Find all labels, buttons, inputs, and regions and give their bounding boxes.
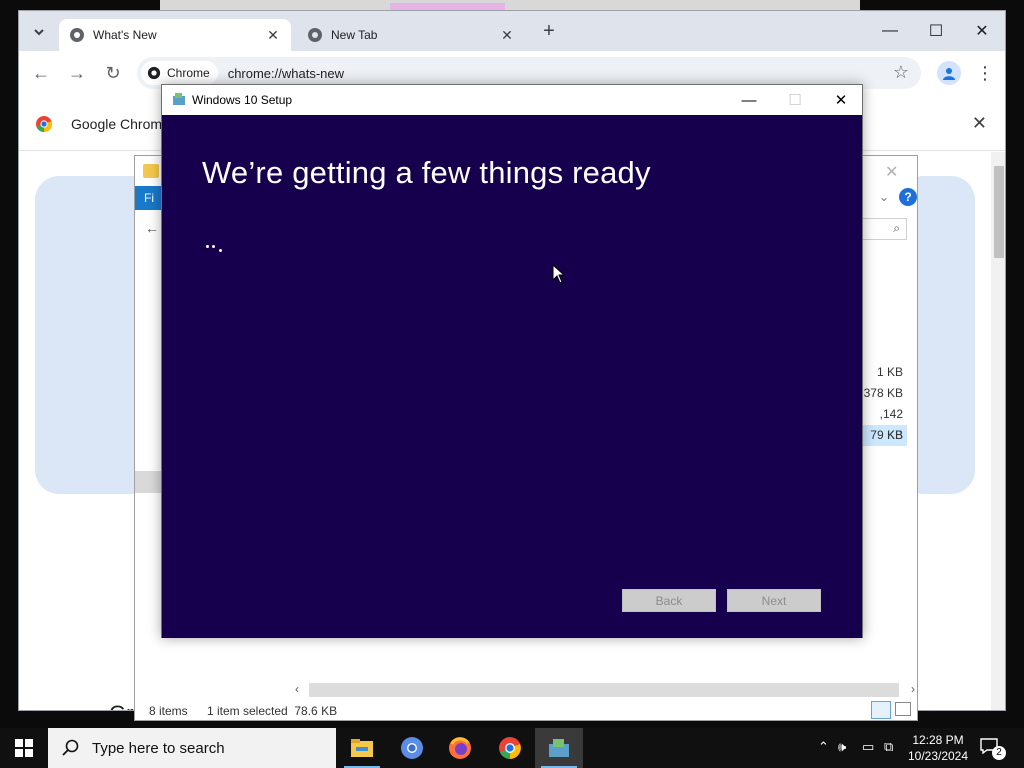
setup-app-icon: [173, 93, 185, 105]
chevron-down-icon: [34, 29, 44, 36]
close-tab-icon[interactable]: ✕: [499, 27, 515, 43]
setup-content: We’re getting a few things ready Back Ne…: [162, 115, 862, 638]
firefox-icon: [449, 737, 471, 759]
tab-title: New Tab: [331, 28, 378, 42]
chrome-favicon-icon: [70, 28, 84, 42]
forward-arrow-icon[interactable]: →: [65, 61, 89, 85]
setup-heading: We’re getting a few things ready: [202, 155, 651, 190]
scroll-left-icon[interactable]: ‹: [295, 682, 299, 696]
clock-date: 10/23/2024: [907, 749, 969, 763]
site-chip-label: Chrome: [167, 66, 210, 80]
chrome-favicon-icon: [308, 28, 322, 42]
search-icon: [62, 739, 79, 756]
tab-new-tab[interactable]: New Tab ✕: [297, 19, 525, 51]
back-arrow-icon[interactable]: ←: [29, 61, 53, 85]
start-button[interactable]: [0, 728, 48, 768]
file-explorer-taskbar-button[interactable]: [338, 728, 386, 768]
back-button[interactable]: Back: [622, 589, 716, 612]
chrome-logo-icon: [36, 116, 53, 133]
maximize-button: ☐: [788, 92, 802, 109]
close-window-button[interactable]: ✕: [818, 85, 864, 115]
minimize-button[interactable]: —: [867, 17, 913, 45]
info-bar-text: Google Chrome: [71, 116, 170, 132]
page-heading-partial: Gr: [109, 701, 133, 710]
input-indicator-icon[interactable]: ⧉: [884, 739, 893, 755]
notification-count-badge: 2: [992, 746, 1006, 760]
windows-logo-icon: [15, 739, 33, 757]
maximize-button[interactable]: ☐: [913, 17, 959, 45]
notification-center-button[interactable]: 2: [980, 738, 1006, 760]
folder-icon: [143, 164, 159, 178]
size-column: 1 KB 378 KB ,142 KB 79 KB: [861, 362, 907, 446]
close-tab-icon[interactable]: ✕: [265, 27, 281, 43]
windows-setup-dialog: Windows 10 Setup — ☐ ✕ We’re getting a f…: [161, 84, 863, 638]
volume-icon[interactable]: 🕪: [838, 739, 846, 755]
bookmark-star-icon[interactable]: ☆: [893, 62, 909, 83]
file-size: 378 KB: [863, 386, 903, 400]
system-tray: ⌃ 🕪 ▭ ⧉ 12:28 PM 10/23/2024 2: [812, 728, 1024, 768]
file-size: 1 KB: [876, 365, 903, 379]
file-size: ,142 KB: [879, 407, 903, 442]
chrome-icon: [499, 737, 521, 759]
close-window-button[interactable]: ✕: [959, 17, 1005, 45]
nav-pane-selection[interactable]: [135, 471, 163, 493]
selection-info: 1 item selected 78.6 KB: [207, 704, 338, 718]
back-arrow-icon[interactable]: ←: [145, 220, 159, 236]
person-icon: [943, 68, 955, 80]
reload-icon[interactable]: ↻: [101, 61, 125, 85]
tab-title: What's New: [93, 28, 157, 42]
status-bar: 8 items 1 item selected 78.6 KB: [135, 700, 917, 722]
chevron-down-icon[interactable]: ⌄: [879, 190, 889, 204]
minimize-button[interactable]: —: [726, 85, 772, 115]
setup-window-title: Windows 10 Setup: [192, 93, 293, 107]
help-icon[interactable]: ?: [899, 188, 917, 206]
site-chip[interactable]: Chrome: [141, 61, 218, 85]
mouse-cursor-icon: [552, 264, 566, 284]
firefox-taskbar-button[interactable]: [436, 728, 484, 768]
setup-app-icon: [549, 739, 569, 757]
details-view-icon[interactable]: [871, 701, 891, 719]
new-tab-button[interactable]: +: [539, 20, 559, 42]
profile-avatar[interactable]: [937, 61, 961, 85]
vertical-scrollbar[interactable]: [991, 152, 1005, 710]
clock[interactable]: 12:28 PM 10/23/2024: [906, 732, 970, 764]
file-explorer-icon: [351, 739, 373, 757]
search-icon: ⌕: [893, 221, 900, 235]
scroll-right-icon[interactable]: ›: [911, 682, 915, 696]
item-count: 8 items: [149, 704, 188, 718]
taskbar: Type here to search ⌃ 🕪 ▭ ⧉ 12:28 PM 10/…: [0, 728, 1024, 768]
tab-search-dropdown[interactable]: [27, 20, 51, 44]
chromium-taskbar-button[interactable]: [388, 728, 436, 768]
clock-time: 12:28 PM: [912, 733, 964, 747]
large-icons-view-icon[interactable]: [895, 702, 911, 716]
show-hidden-icons-icon[interactable]: ⌃: [818, 739, 829, 755]
background-window-strip: [160, 0, 860, 10]
tab-whats-new[interactable]: What's New ✕: [59, 19, 291, 51]
scrollbar-thumb[interactable]: [309, 683, 899, 697]
windows-setup-taskbar-button[interactable]: [535, 728, 583, 768]
scrollbar-thumb[interactable]: [994, 166, 1004, 258]
chrome-taskbar-button[interactable]: [486, 728, 534, 768]
chromium-icon: [401, 737, 423, 759]
chrome-logo-icon: [147, 66, 161, 80]
tab-strip: What's New ✕ New Tab ✕ + — ☐ ✕: [19, 11, 1005, 51]
close-icon[interactable]: ✕: [972, 113, 987, 134]
loading-spinner-icon: [206, 239, 230, 253]
close-icon[interactable]: ✕: [885, 162, 898, 182]
file-size[interactable]: 79 KB: [861, 425, 907, 446]
more-menu-icon[interactable]: ⋮: [973, 61, 997, 85]
network-icon[interactable]: ▭: [862, 739, 874, 755]
file-tab[interactable]: Fi: [135, 186, 163, 210]
taskbar-search-box[interactable]: Type here to search: [48, 728, 336, 768]
horizontal-scrollbar[interactable]: ‹ ›: [295, 682, 915, 697]
setup-titlebar: Windows 10 Setup — ☐ ✕: [162, 85, 862, 115]
search-placeholder: Type here to search: [92, 739, 225, 757]
url-text: chrome://whats-new: [227, 65, 345, 81]
next-button[interactable]: Next: [727, 589, 821, 612]
